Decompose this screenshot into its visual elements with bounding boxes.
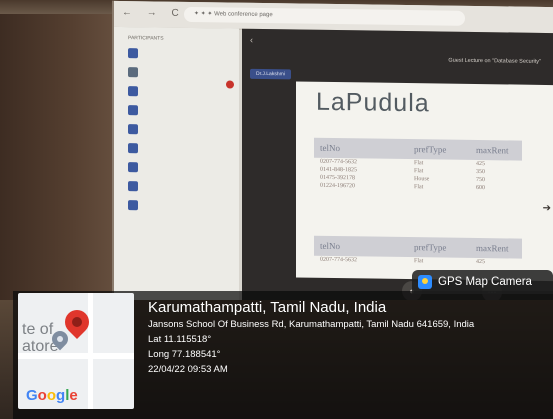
slide-table-1: telNo prefType maxRent 0207-774-5632 Fla… [314, 137, 522, 193]
table-header: telNo [314, 235, 408, 258]
table-cell: 0207-774-5632 [320, 256, 357, 264]
avatar-icon [128, 48, 138, 59]
browser-nav-icons: ← → C [122, 7, 185, 19]
slide-title: LaPudula [316, 87, 430, 118]
shared-slide: LaPudula telNo prefType maxRent 0207-774… [296, 81, 553, 282]
location-details: Karumathampatti, Tamil Nadu, India Janso… [148, 298, 546, 377]
participant-item [128, 198, 239, 214]
cursor-arrow-icon: ➔ [542, 202, 551, 215]
avatar-icon [128, 181, 138, 192]
photo-scene: ← → C ✦ ✦ ✦ Web conference page Particip… [0, 0, 553, 419]
meeting-title: Guest Lecture on "Database Security" [448, 57, 541, 65]
map-road [88, 293, 93, 409]
participants-sidebar: Participants [114, 26, 239, 303]
avatar-icon [128, 200, 138, 211]
google-logo: Google [26, 387, 78, 404]
participant-item [128, 84, 239, 100]
location-address: Jansons School Of Business Rd, Karumatha… [148, 319, 475, 330]
table-cell: Flat [414, 184, 424, 191]
back-button[interactable]: ‹ [250, 35, 253, 45]
table-cell: 01224-196720 [320, 182, 355, 190]
table-header: telNo [314, 137, 408, 160]
location-city: Karumathampatti, Tamil Nadu, India [148, 299, 387, 316]
table-header: prefType [408, 237, 470, 258]
capture-datetime: 22/04/22 09:53 AM [148, 364, 228, 375]
table-cell: Flat [414, 258, 424, 265]
participant-item [128, 103, 239, 119]
participant-item [128, 179, 239, 195]
browser-url-bar: ✦ ✦ ✦ Web conference page [184, 6, 465, 26]
notification-badge [226, 80, 234, 89]
avatar-icon [128, 86, 138, 97]
participant-item [128, 160, 239, 176]
gps-app-label: GPS Map Camera [412, 270, 553, 294]
presenter-chip: Dr.J.Lakshmi [250, 68, 291, 80]
table-cell: 425 [476, 258, 485, 266]
table-cell: 600 [476, 184, 485, 192]
longitude: Long 77.188541° [148, 349, 221, 360]
table-header: maxRent [470, 139, 522, 161]
table-row: 0207-774-5632 Flat 425 [314, 256, 522, 267]
participant-item [128, 141, 239, 157]
avatar-icon [128, 143, 138, 154]
meeting-stage: ‹ Guest Lecture on "Database Security" D… [242, 28, 553, 308]
gps-app-name: GPS Map Camera [438, 276, 532, 288]
map-thumbnail: te of atore Google [18, 293, 134, 409]
avatar-icon [128, 67, 138, 78]
avatar-icon [128, 162, 138, 173]
participant-item [128, 65, 239, 81]
participant-item [128, 46, 239, 62]
latitude: Lat 11.115518° [148, 334, 212, 345]
slide-table-2: telNo prefType maxRent 0207-774-5632 Fla… [314, 235, 522, 267]
participant-item [128, 122, 239, 138]
table-header: maxRent [470, 237, 522, 259]
sidebar-heading: Participants [128, 35, 164, 42]
avatar-icon [128, 124, 138, 135]
table-row: 01224-196720 Flat 600 [314, 182, 522, 193]
avatar-icon [128, 105, 138, 116]
table-header: prefType [408, 139, 470, 160]
gps-map-camera-icon [418, 275, 432, 289]
projected-screen: ← → C ✦ ✦ ✦ Web conference page Particip… [112, 0, 553, 308]
